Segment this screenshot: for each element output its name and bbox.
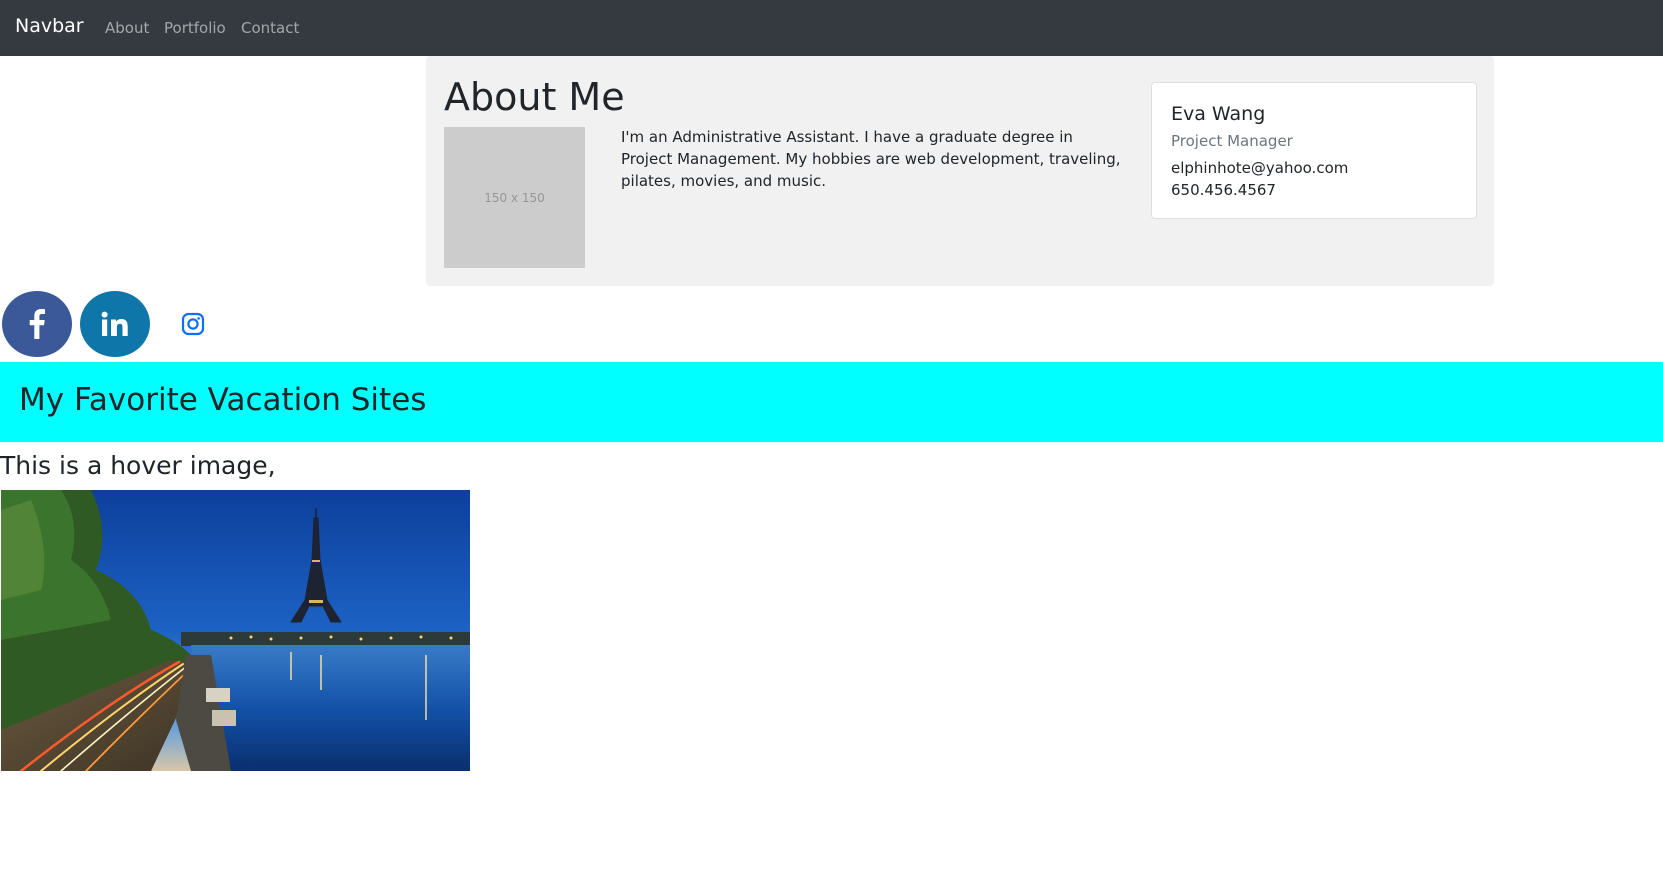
card-role: Project Manager xyxy=(1171,132,1293,150)
linkedin-button[interactable] xyxy=(80,291,150,357)
instagram-button[interactable] xyxy=(158,291,228,357)
card-phone: 650.456.4567 xyxy=(1171,181,1276,199)
profile-placeholder-image: 150 x 150 xyxy=(444,127,585,268)
nav-link-portfolio[interactable]: Portfolio xyxy=(164,18,226,38)
about-title: About Me xyxy=(444,75,625,119)
instagram-icon xyxy=(181,312,205,336)
contact-card: Eva Wang Project Manager elphinhote@yaho… xyxy=(1151,82,1477,219)
vacation-banner: My Favorite Vacation Sites xyxy=(0,362,1663,442)
about-section: About Me 150 x 150 I'm an Administrative… xyxy=(426,56,1494,286)
eiffel-tower-hover-image[interactable] xyxy=(1,490,470,771)
nav-link-about[interactable]: About xyxy=(105,18,149,38)
card-name: Eva Wang xyxy=(1171,103,1266,125)
facebook-icon xyxy=(29,309,45,339)
about-bio: I'm an Administrative Assistant. I have … xyxy=(621,128,1121,190)
nav-link-contact[interactable]: Contact xyxy=(241,18,299,38)
eiffel-tower-photo xyxy=(1,490,470,771)
linkedin-icon xyxy=(101,311,128,336)
navbar-brand[interactable]: Navbar xyxy=(15,14,84,38)
vacation-banner-title: My Favorite Vacation Sites xyxy=(19,382,427,418)
navbar: Navbar About Portfolio Contact xyxy=(0,0,1663,56)
card-email: elphinhote@yahoo.com xyxy=(1171,159,1349,177)
facebook-button[interactable] xyxy=(2,291,72,357)
hover-image-caption: This is a hover image, xyxy=(0,451,276,480)
placeholder-label: 150 x 150 xyxy=(484,190,545,205)
